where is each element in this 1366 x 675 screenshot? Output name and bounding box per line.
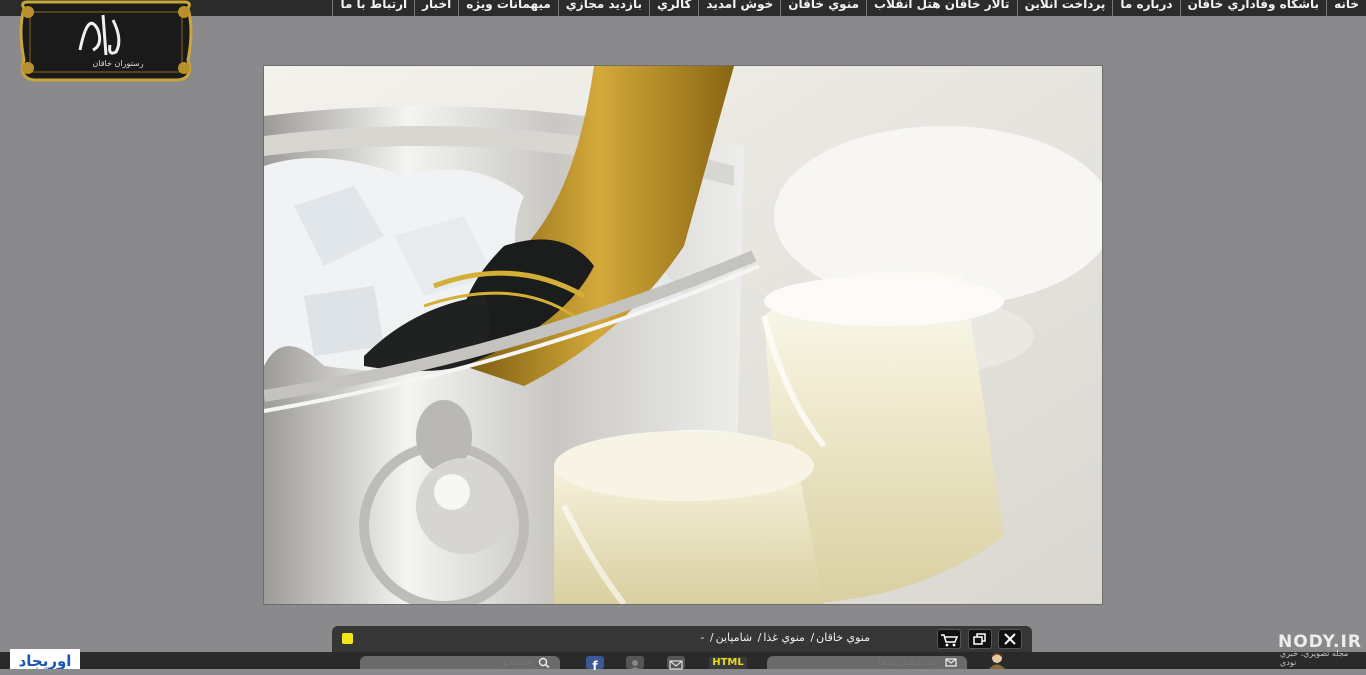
nav-item-welcome[interactable]: خوش آمديد [698, 0, 780, 16]
breadcrumb-item-food-menu[interactable]: منوي غذا [763, 631, 805, 644]
email-field[interactable] [799, 656, 939, 669]
breadcrumb-item-khaghan-menu[interactable]: منوي خاقان [816, 631, 870, 644]
email-icon[interactable] [667, 656, 685, 670]
gallery-photo [263, 65, 1103, 605]
cart-icon [941, 634, 959, 647]
assistant-avatar-icon[interactable] [986, 652, 1008, 669]
nav-item-contact[interactable]: ارتباط با ما [332, 0, 414, 16]
breadcrumb: منوي خاقان/ منوي غذا/ شامپاين/ - [700, 631, 870, 644]
restore-window-button[interactable] [968, 629, 992, 649]
brand-logo-text: اوریجاد [19, 652, 72, 669]
close-icon [1004, 633, 1016, 645]
breadcrumb-item-champagne[interactable]: شامپاين [716, 631, 753, 644]
nav-item-loyalty-club[interactable]: باشگاه وفاداري خاقان [1179, 0, 1327, 16]
nav-item-hall[interactable]: تالار خاقان هتل انقلاب [866, 0, 1017, 16]
nav-item-online-payment[interactable]: پرداخت آنلاین [1016, 0, 1113, 16]
newsletter-box [767, 656, 967, 669]
logo-text: رستوران خاقان [92, 59, 143, 68]
close-button[interactable] [998, 629, 1022, 649]
top-navigation-bar: خانه باشگاه وفاداري خاقان درباره ما پردا… [0, 0, 1366, 16]
watermark-subtitle: مجله تصويري، خبري نودي [1280, 649, 1349, 667]
search-icon[interactable] [538, 657, 552, 669]
facebook-icon[interactable]: f [586, 656, 604, 673]
main-menu: خانه باشگاه وفاداري خاقان درباره ما پردا… [332, 0, 1366, 16]
restore-window-icon [973, 633, 986, 645]
brand-logo[interactable]: اوریجاد [10, 645, 80, 670]
nav-item-menu[interactable]: منوي خاقان [780, 0, 866, 16]
search-box [360, 656, 560, 669]
nav-item-virtual-tour[interactable]: بازديد مجازي [557, 0, 649, 16]
nav-item-news[interactable]: اخبار [414, 0, 458, 16]
nav-item-home[interactable]: خانه [1326, 0, 1366, 16]
svg-text:f: f [592, 659, 598, 671]
search-input[interactable] [412, 656, 532, 669]
image-viewer-toolbar: منوي خاقان/ منوي غذا/ شامپاين/ - [332, 626, 1032, 652]
restaurant-logo[interactable]: رستوران خاقان [18, 0, 194, 82]
status-indicator [342, 633, 353, 644]
nav-item-gallery[interactable]: گالري [648, 0, 698, 16]
user-icon[interactable] [626, 656, 644, 671]
cart-button[interactable] [937, 629, 961, 649]
newsletter-icon[interactable] [945, 657, 959, 668]
html-validation-badge[interactable]: HTML [709, 657, 747, 669]
nav-item-about[interactable]: درباره ما [1112, 0, 1179, 16]
breadcrumb-item-current: - [700, 631, 705, 644]
nav-item-special-guests[interactable]: ميهمانات ويژه [458, 0, 558, 16]
